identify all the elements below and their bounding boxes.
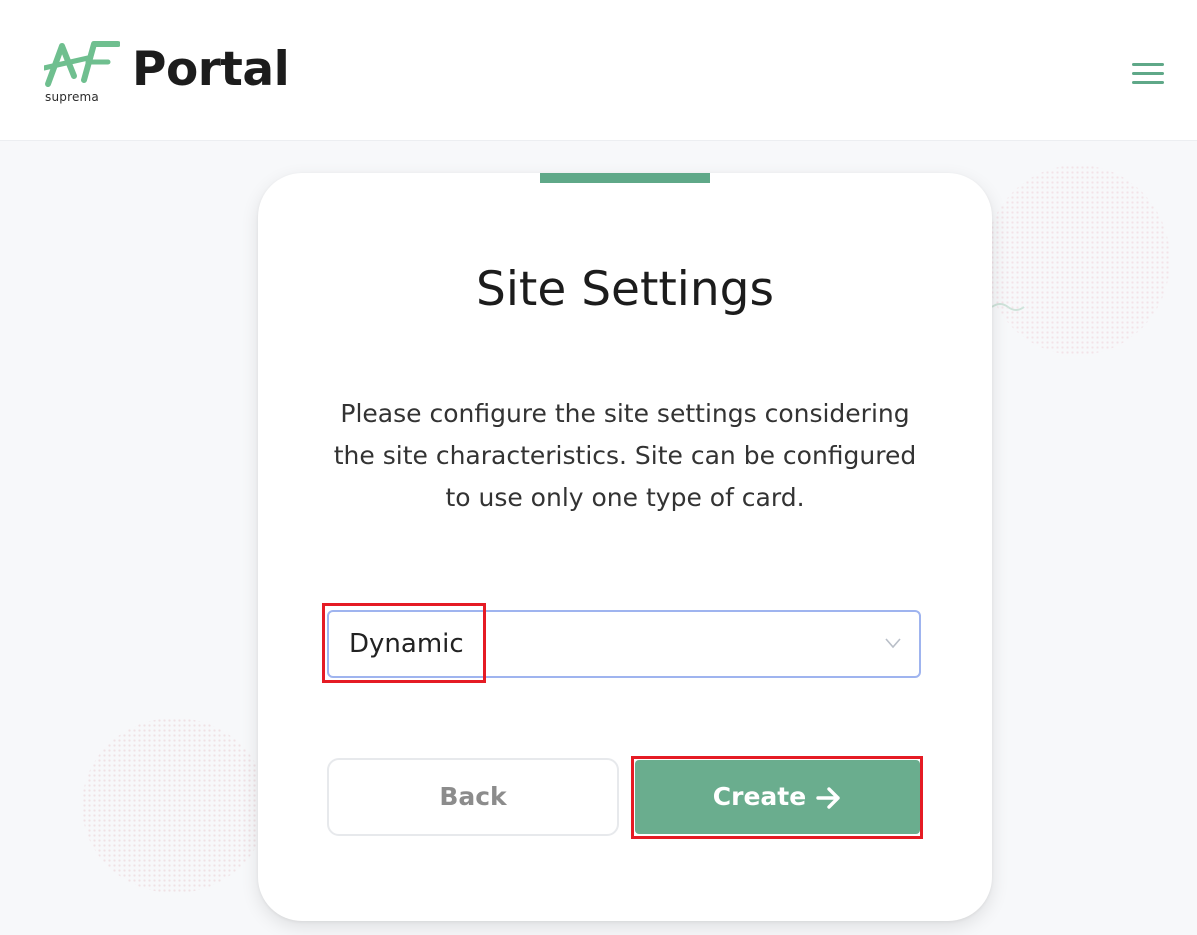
brand-subtitle: suprema bbox=[45, 90, 99, 104]
background-dot-pattern bbox=[985, 165, 1170, 355]
page-title: Site Settings bbox=[476, 262, 774, 317]
highlight-box bbox=[322, 603, 486, 683]
chevron-down-icon bbox=[885, 638, 901, 649]
highlight-box bbox=[631, 756, 923, 839]
brand-name: Portal bbox=[132, 42, 290, 97]
site-settings-description: Please configure the site settings consi… bbox=[333, 399, 917, 512]
af-logo-icon bbox=[44, 41, 120, 87]
hamburger-menu-icon[interactable] bbox=[1126, 58, 1166, 88]
back-button[interactable]: Back bbox=[327, 758, 619, 836]
logo[interactable]: suprema Portal bbox=[44, 40, 294, 110]
background-dot-pattern bbox=[82, 718, 267, 893]
top-header: suprema Portal bbox=[0, 0, 1197, 141]
card-accent-bar bbox=[540, 173, 710, 183]
background-wave-icon bbox=[991, 303, 1025, 311]
